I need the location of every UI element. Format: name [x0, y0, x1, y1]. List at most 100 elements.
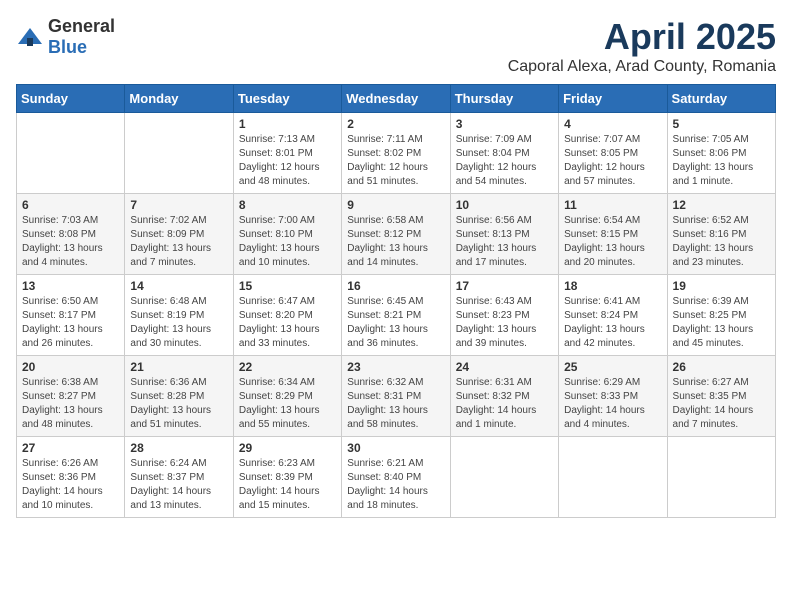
calendar-cell — [125, 113, 233, 194]
day-number: 15 — [239, 279, 336, 293]
calendar-cell: 18 Sunrise: 6:41 AM Sunset: 8:24 PM Dayli… — [559, 275, 667, 356]
day-number: 6 — [22, 198, 119, 212]
calendar-cell: 23 Sunrise: 6:32 AM Sunset: 8:31 PM Dayli… — [342, 356, 450, 437]
calendar-cell: 19 Sunrise: 6:39 AM Sunset: 8:25 PM Dayli… — [667, 275, 775, 356]
day-number: 19 — [673, 279, 770, 293]
calendar-cell: 27 Sunrise: 6:26 AM Sunset: 8:36 PM Dayli… — [17, 437, 125, 518]
day-info: Sunrise: 6:39 AM Sunset: 8:25 PM Dayligh… — [673, 295, 770, 351]
day-info: Sunrise: 6:50 AM Sunset: 8:17 PM Dayligh… — [22, 295, 119, 351]
day-number: 23 — [347, 360, 444, 374]
day-info: Sunrise: 6:52 AM Sunset: 8:16 PM Dayligh… — [673, 214, 770, 270]
calendar-header: SundayMondayTuesdayWednesdayThursdayFrid… — [17, 85, 776, 113]
day-number: 11 — [564, 198, 661, 212]
day-number: 2 — [347, 117, 444, 131]
day-number: 20 — [22, 360, 119, 374]
week-row-4: 20 Sunrise: 6:38 AM Sunset: 8:27 PM Dayli… — [17, 356, 776, 437]
day-info: Sunrise: 6:29 AM Sunset: 8:33 PM Dayligh… — [564, 376, 661, 432]
day-headers-row: SundayMondayTuesdayWednesdayThursdayFrid… — [17, 85, 776, 113]
calendar-cell: 8Sunrise: 7:00 AM Sunset: 8:10 PM Daylig… — [233, 194, 341, 275]
day-number: 12 — [673, 198, 770, 212]
day-info: Sunrise: 6:38 AM Sunset: 8:27 PM Dayligh… — [22, 376, 119, 432]
calendar-cell: 11 Sunrise: 6:54 AM Sunset: 8:15 PM Dayli… — [559, 194, 667, 275]
logo-blue-text: Blue — [48, 37, 87, 57]
header: General Blue April 2025 Caporal Alexa, A… — [16, 16, 776, 76]
week-row-5: 27 Sunrise: 6:26 AM Sunset: 8:36 PM Dayli… — [17, 437, 776, 518]
day-info: Sunrise: 6:31 AM Sunset: 8:32 PM Dayligh… — [456, 376, 553, 432]
calendar-cell: 14 Sunrise: 6:48 AM Sunset: 8:19 PM Dayli… — [125, 275, 233, 356]
day-number: 4 — [564, 117, 661, 131]
calendar-cell — [667, 437, 775, 518]
day-info: Sunrise: 6:47 AM Sunset: 8:20 PM Dayligh… — [239, 295, 336, 351]
day-number: 18 — [564, 279, 661, 293]
calendar-cell: 29 Sunrise: 6:23 AM Sunset: 8:39 PM Dayli… — [233, 437, 341, 518]
day-info: Sunrise: 7:07 AM Sunset: 8:05 PM Dayligh… — [564, 133, 661, 189]
calendar-cell: 9Sunrise: 6:58 AM Sunset: 8:12 PM Daylig… — [342, 194, 450, 275]
calendar-cell: 4 Sunrise: 7:07 AM Sunset: 8:05 PM Daylig… — [559, 113, 667, 194]
calendar-cell: 25Sunrise: 6:29 AM Sunset: 8:33 PM Dayli… — [559, 356, 667, 437]
day-number: 13 — [22, 279, 119, 293]
day-info: Sunrise: 7:02 AM Sunset: 8:09 PM Dayligh… — [130, 214, 227, 270]
day-info: Sunrise: 6:43 AM Sunset: 8:23 PM Dayligh… — [456, 295, 553, 351]
day-header-wednesday: Wednesday — [342, 85, 450, 113]
day-info: Sunrise: 6:56 AM Sunset: 8:13 PM Dayligh… — [456, 214, 553, 270]
title-block: April 2025 Caporal Alexa, Arad County, R… — [508, 16, 776, 76]
day-header-saturday: Saturday — [667, 85, 775, 113]
calendar-cell: 7 Sunrise: 7:02 AM Sunset: 8:09 PM Daylig… — [125, 194, 233, 275]
day-header-thursday: Thursday — [450, 85, 558, 113]
main-title: April 2025 — [508, 16, 776, 58]
day-number: 9 — [347, 198, 444, 212]
calendar-cell: 5 Sunrise: 7:05 AM Sunset: 8:06 PM Daylig… — [667, 113, 775, 194]
day-info: Sunrise: 6:21 AM Sunset: 8:40 PM Dayligh… — [347, 457, 444, 513]
calendar-cell: 1Sunrise: 7:13 AM Sunset: 8:01 PM Daylig… — [233, 113, 341, 194]
calendar-body: 1Sunrise: 7:13 AM Sunset: 8:01 PM Daylig… — [17, 113, 776, 518]
day-number: 14 — [130, 279, 227, 293]
day-info: Sunrise: 6:27 AM Sunset: 8:35 PM Dayligh… — [673, 376, 770, 432]
day-info: Sunrise: 6:34 AM Sunset: 8:29 PM Dayligh… — [239, 376, 336, 432]
calendar-cell: 3 Sunrise: 7:09 AM Sunset: 8:04 PM Daylig… — [450, 113, 558, 194]
calendar-cell: 26 Sunrise: 6:27 AM Sunset: 8:35 PM Dayli… — [667, 356, 775, 437]
calendar-cell: 30 Sunrise: 6:21 AM Sunset: 8:40 PM Dayli… — [342, 437, 450, 518]
day-number: 3 — [456, 117, 553, 131]
day-header-friday: Friday — [559, 85, 667, 113]
day-header-sunday: Sunday — [17, 85, 125, 113]
day-number: 7 — [130, 198, 227, 212]
day-number: 30 — [347, 441, 444, 455]
day-number: 26 — [673, 360, 770, 374]
calendar-cell: 20 Sunrise: 6:38 AM Sunset: 8:27 PM Dayli… — [17, 356, 125, 437]
day-number: 10 — [456, 198, 553, 212]
day-info: Sunrise: 6:36 AM Sunset: 8:28 PM Dayligh… — [130, 376, 227, 432]
day-info: Sunrise: 6:54 AM Sunset: 8:15 PM Dayligh… — [564, 214, 661, 270]
day-number: 27 — [22, 441, 119, 455]
day-info: Sunrise: 7:11 AM Sunset: 8:02 PM Dayligh… — [347, 133, 444, 189]
day-header-tuesday: Tuesday — [233, 85, 341, 113]
day-number: 1 — [239, 117, 336, 131]
day-info: Sunrise: 6:26 AM Sunset: 8:36 PM Dayligh… — [22, 457, 119, 513]
day-number: 22 — [239, 360, 336, 374]
calendar-cell: 21Sunrise: 6:36 AM Sunset: 8:28 PM Dayli… — [125, 356, 233, 437]
day-info: Sunrise: 6:24 AM Sunset: 8:37 PM Dayligh… — [130, 457, 227, 513]
day-number: 17 — [456, 279, 553, 293]
day-info: Sunrise: 7:00 AM Sunset: 8:10 PM Dayligh… — [239, 214, 336, 270]
day-number: 5 — [673, 117, 770, 131]
calendar-cell: 6Sunrise: 7:03 AM Sunset: 8:08 PM Daylig… — [17, 194, 125, 275]
calendar-cell — [17, 113, 125, 194]
week-row-2: 6Sunrise: 7:03 AM Sunset: 8:08 PM Daylig… — [17, 194, 776, 275]
day-info: Sunrise: 6:32 AM Sunset: 8:31 PM Dayligh… — [347, 376, 444, 432]
calendar-cell — [450, 437, 558, 518]
week-row-1: 1Sunrise: 7:13 AM Sunset: 8:01 PM Daylig… — [17, 113, 776, 194]
day-info: Sunrise: 6:48 AM Sunset: 8:19 PM Dayligh… — [130, 295, 227, 351]
day-info: Sunrise: 7:05 AM Sunset: 8:06 PM Dayligh… — [673, 133, 770, 189]
day-number: 29 — [239, 441, 336, 455]
day-number: 24 — [456, 360, 553, 374]
calendar-cell: 15 Sunrise: 6:47 AM Sunset: 8:20 PM Dayli… — [233, 275, 341, 356]
logo-icon — [16, 26, 44, 48]
week-row-3: 13 Sunrise: 6:50 AM Sunset: 8:17 PM Dayli… — [17, 275, 776, 356]
logo: General Blue — [16, 16, 115, 58]
day-info: Sunrise: 6:23 AM Sunset: 8:39 PM Dayligh… — [239, 457, 336, 513]
subtitle: Caporal Alexa, Arad County, Romania — [508, 58, 776, 76]
calendar-cell: 16Sunrise: 6:45 AM Sunset: 8:21 PM Dayli… — [342, 275, 450, 356]
calendar-cell: 2 Sunrise: 7:11 AM Sunset: 8:02 PM Daylig… — [342, 113, 450, 194]
calendar-cell: 22 Sunrise: 6:34 AM Sunset: 8:29 PM Dayli… — [233, 356, 341, 437]
day-info: Sunrise: 6:41 AM Sunset: 8:24 PM Dayligh… — [564, 295, 661, 351]
day-info: Sunrise: 7:09 AM Sunset: 8:04 PM Dayligh… — [456, 133, 553, 189]
